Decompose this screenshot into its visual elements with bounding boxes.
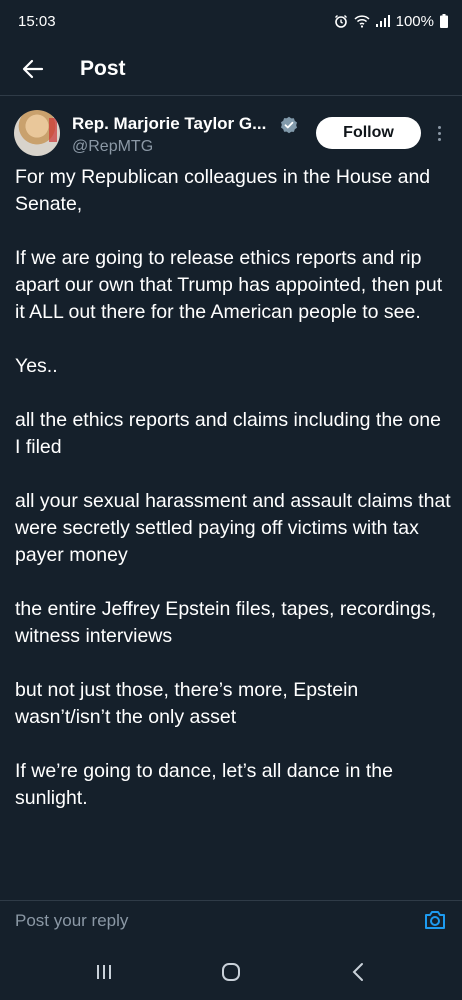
post-paragraph: If we are going to release ethics report… [15, 247, 443, 323]
post-paragraph: Yes.. [15, 355, 58, 377]
recents-button[interactable] [84, 952, 124, 992]
system-navigation-bar [0, 944, 462, 1000]
avatar[interactable] [14, 110, 60, 156]
more-dot-icon [437, 137, 441, 141]
arrow-left-icon [22, 59, 44, 78]
battery-percent: 100% [395, 12, 434, 30]
recents-icon [96, 965, 111, 979]
more-options-button[interactable] [432, 120, 446, 146]
reply-composer: Post your reply [0, 900, 462, 941]
post-paragraph: the entire Jeffrey Epstein files, tapes,… [15, 598, 437, 647]
avatar-flag-detail [49, 118, 57, 142]
top-app-bar: Post [0, 42, 462, 96]
alarm-icon [334, 15, 347, 28]
back-button[interactable] [18, 54, 48, 84]
author-handle[interactable]: @RepMTG [72, 138, 153, 156]
camera-icon[interactable] [423, 908, 447, 932]
verified-badge-icon [281, 116, 297, 134]
battery-icon [440, 14, 448, 28]
post-text: For my Republican colleagues in the Hous… [15, 164, 451, 839]
more-dot-icon [437, 131, 441, 135]
status-icons: 100% [334, 13, 448, 30]
post-paragraph: For my Republican colleagues in the Hous… [15, 166, 431, 215]
signal-icon [375, 15, 390, 27]
follow-button[interactable]: Follow [316, 117, 421, 149]
post-paragraph: all the ethics reports and claims includ… [15, 409, 441, 458]
post-paragraph: If we’re going to dance, let’s all dance… [15, 760, 393, 809]
author-name[interactable]: Rep. Marjorie Taylor G... [72, 114, 266, 134]
post-author: Rep. Marjorie Taylor G... @RepMTG Follow [0, 106, 462, 162]
post-paragraph: but not just those, there’s more, Epstei… [15, 679, 359, 728]
back-icon [352, 963, 364, 981]
wifi-icon [354, 15, 370, 28]
home-button[interactable] [211, 952, 251, 992]
post-paragraph: all your sexual harassment and assault c… [15, 490, 451, 566]
more-dot-icon [437, 125, 441, 129]
status-bar: 15:03 100% [0, 0, 462, 42]
back-nav-button[interactable] [338, 952, 378, 992]
page-title: Post [80, 56, 126, 80]
status-time: 15:03 [18, 12, 56, 30]
reply-input[interactable]: Post your reply [15, 911, 128, 931]
home-icon [221, 963, 240, 981]
